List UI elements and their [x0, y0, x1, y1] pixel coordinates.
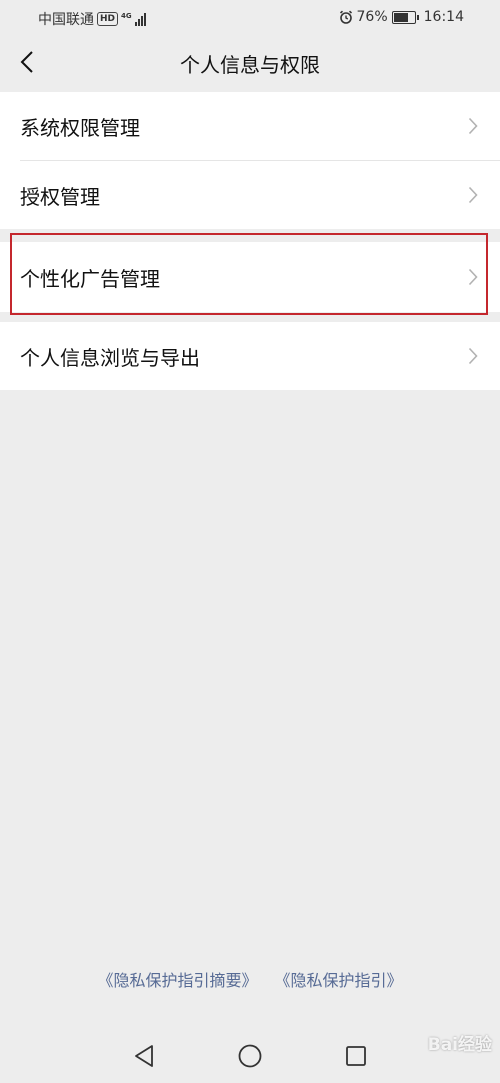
- status-bar: 中国联通 HD 4G 76% 16:14: [0, 0, 500, 36]
- menu-group-1: 系统权限管理 授权管理: [0, 92, 500, 229]
- menu-item-personal-info-export[interactable]: 个人信息浏览与导出: [0, 322, 500, 390]
- circle-home-icon: [238, 1044, 262, 1068]
- triangle-back-icon: [135, 1045, 153, 1067]
- menu-item-personalized-ads[interactable]: 个性化广告管理: [0, 242, 500, 312]
- nav-header: 个人信息与权限: [0, 36, 500, 88]
- battery-level: [393, 12, 408, 22]
- menu-item-label: 授权管理: [20, 184, 100, 209]
- chevron-right-icon: [468, 186, 478, 204]
- chevron-right-icon: [468, 347, 478, 365]
- chevron-right-icon: [468, 117, 478, 135]
- chevron-right-icon: [468, 268, 478, 286]
- battery-percent: 76%: [356, 9, 388, 25]
- nav-home-button[interactable]: [236, 1042, 264, 1070]
- watermark-logo: Bai经验: [427, 1035, 492, 1055]
- nav-recents-button[interactable]: [342, 1042, 370, 1070]
- network-type: 4G: [121, 11, 132, 20]
- hd-badge: HD: [97, 12, 119, 26]
- status-right: 76% 16:14: [339, 9, 464, 25]
- menu-group-2: 个性化广告管理: [0, 242, 500, 312]
- carrier-name: 中国联通: [38, 12, 94, 28]
- alarm-icon: [339, 10, 352, 24]
- menu-item-label: 系统权限管理: [20, 115, 140, 140]
- menu-item-authorization[interactable]: 授权管理: [0, 161, 500, 229]
- menu-item-system-permissions[interactable]: 系统权限管理: [0, 92, 500, 160]
- privacy-summary-link[interactable]: 《隐私保护指引摘要》: [97, 971, 257, 990]
- status-left: 中国联通 HD 4G: [38, 9, 146, 29]
- battery-icon: [391, 10, 419, 24]
- menu-group-3: 个人信息浏览与导出: [0, 322, 500, 390]
- footer-links: 《隐私保护指引摘要》 《隐私保护指引》: [0, 967, 500, 991]
- nav-back-button[interactable]: [130, 1042, 158, 1070]
- page-title: 个人信息与权限: [180, 53, 320, 77]
- signal-icon: [134, 12, 146, 26]
- menu-item-label: 个人信息浏览与导出: [20, 345, 200, 370]
- menu-item-label: 个性化广告管理: [20, 266, 160, 291]
- privacy-guide-link[interactable]: 《隐私保护指引》: [275, 971, 403, 990]
- system-nav-bar: [0, 1030, 500, 1083]
- clock: 16:14: [423, 9, 464, 25]
- square-recents-icon: [346, 1046, 366, 1066]
